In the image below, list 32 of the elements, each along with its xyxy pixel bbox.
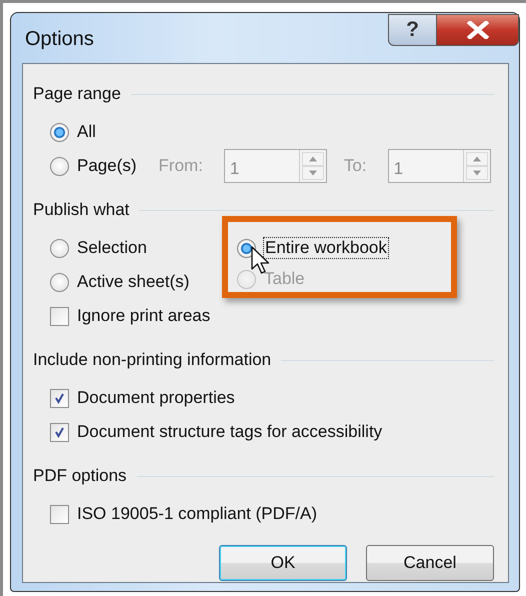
radio-label: Entire workbook [264, 238, 388, 258]
section-heading: Page range [33, 84, 121, 104]
checkmark-icon [53, 392, 66, 404]
radio-button[interactable] [50, 272, 69, 292]
radio-button[interactable] [50, 238, 69, 258]
section-heading: PDF options [33, 466, 127, 486]
checkbox[interactable] [50, 422, 69, 442]
ok-button[interactable]: OK [219, 545, 347, 581]
radio-button[interactable] [50, 122, 69, 142]
radio-label: Table [264, 269, 305, 289]
section-heading: Publish what [33, 200, 130, 220]
from-label: From: [158, 156, 203, 176]
checkmark-icon [53, 426, 66, 438]
help-button[interactable]: ? [388, 14, 436, 46]
close-button[interactable] [436, 14, 519, 46]
radio-label: Page(s) [77, 156, 137, 176]
radio-label: All [77, 122, 96, 142]
checkbox[interactable] [50, 306, 69, 326]
radio-label: Selection [77, 238, 147, 258]
to-label: To: [344, 156, 367, 176]
radio-label: Active sheet(s) [77, 272, 190, 292]
close-icon [464, 21, 490, 39]
radio-button[interactable] [50, 156, 69, 176]
section-heading: Include non-printing information [33, 350, 272, 370]
cancel-button[interactable]: Cancel [366, 545, 494, 581]
checkbox-label: Ignore print areas [77, 306, 210, 326]
checkbox[interactable] [50, 388, 69, 408]
window-title: Options [25, 28, 94, 51]
checkbox-label: Document structure tags for accessibility [77, 422, 382, 442]
checkbox[interactable] [50, 504, 69, 524]
checkbox-label: ISO 19005-1 compliant (PDF/A) [77, 504, 317, 524]
checkbox-label: Document properties [77, 388, 235, 408]
